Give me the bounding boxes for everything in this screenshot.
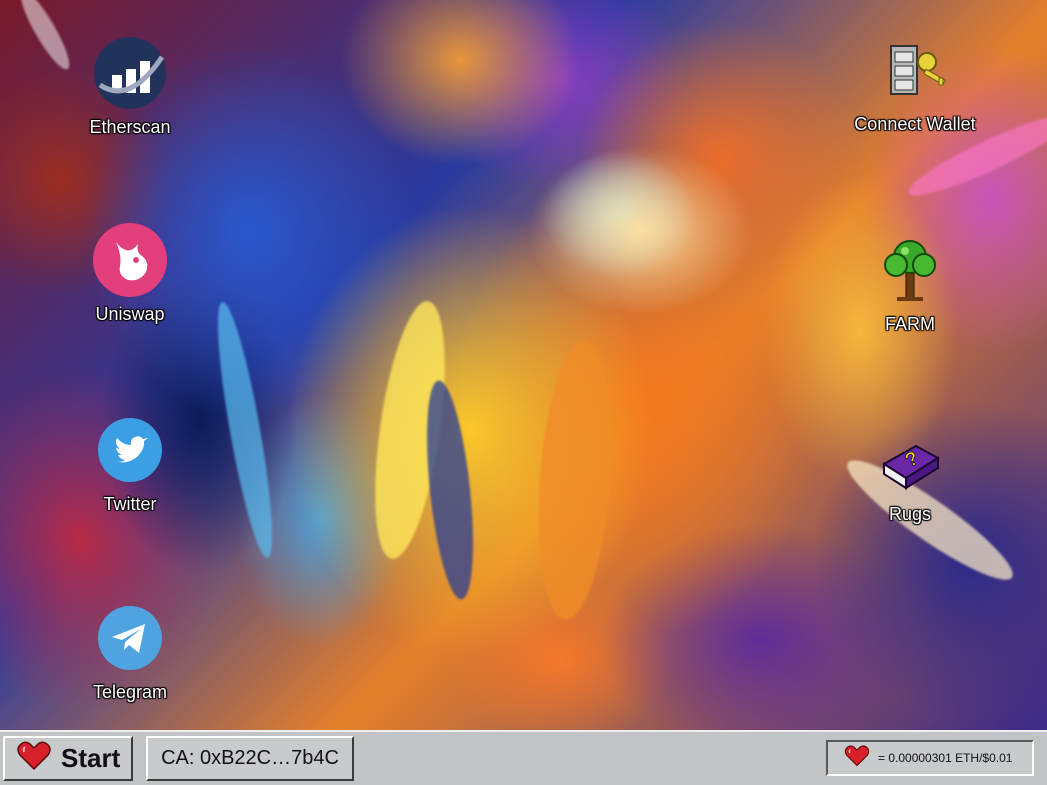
heart-icon — [844, 744, 870, 772]
desktop-icon-telegram[interactable]: Telegram — [55, 600, 205, 703]
desktop-icon-twitter[interactable]: Twitter — [55, 412, 205, 515]
telegram-paper-plane-icon — [92, 600, 168, 676]
paint-streak — [530, 337, 620, 623]
heart-icon — [17, 741, 51, 776]
etherscan-logo-icon — [92, 35, 168, 111]
desktop-icon-farm[interactable]: FARM — [835, 232, 985, 335]
tree-icon — [872, 232, 948, 308]
twitter-label: Twitter — [103, 494, 157, 514]
contract-address-label: CA: 0xB22C…7b4C — [161, 747, 339, 769]
desktop-wallpaper: Etherscan Uniswap Twitter Telegram Conne… — [0, 0, 1047, 730]
connect-wallet-label: Connect Wallet — [854, 114, 976, 134]
paint-streak — [207, 299, 283, 561]
start-button[interactable]: Start — [3, 736, 133, 781]
taskbar: Start CA: 0xB22C…7b4C = 0.00000301 ETH/$… — [0, 730, 1047, 785]
uniswap-unicorn-icon — [92, 222, 168, 298]
telegram-label: Telegram — [92, 682, 168, 702]
contract-address-button[interactable]: CA: 0xB22C…7b4C — [146, 736, 354, 781]
help-book-icon: ? — [872, 422, 948, 498]
twitter-bird-icon — [92, 412, 168, 488]
system-tray: = 0.00000301 ETH/$0.01 — [826, 740, 1034, 776]
start-label: Start — [61, 743, 121, 773]
uniswap-label: Uniswap — [95, 304, 165, 324]
rugs-label: Rugs — [888, 504, 932, 524]
desktop-icon-uniswap[interactable]: Uniswap — [55, 222, 205, 325]
desktop-icon-etherscan[interactable]: Etherscan — [55, 35, 205, 138]
keys-cabinet-icon — [877, 32, 953, 108]
desktop-icon-connect-wallet[interactable]: Connect Wallet — [840, 32, 990, 135]
desktop-icon-rugs[interactable]: ? Rugs — [835, 422, 985, 525]
price-readout: = 0.00000301 ETH/$0.01 — [878, 751, 1013, 765]
etherscan-label: Etherscan — [89, 117, 171, 137]
farm-label: FARM — [884, 314, 935, 334]
